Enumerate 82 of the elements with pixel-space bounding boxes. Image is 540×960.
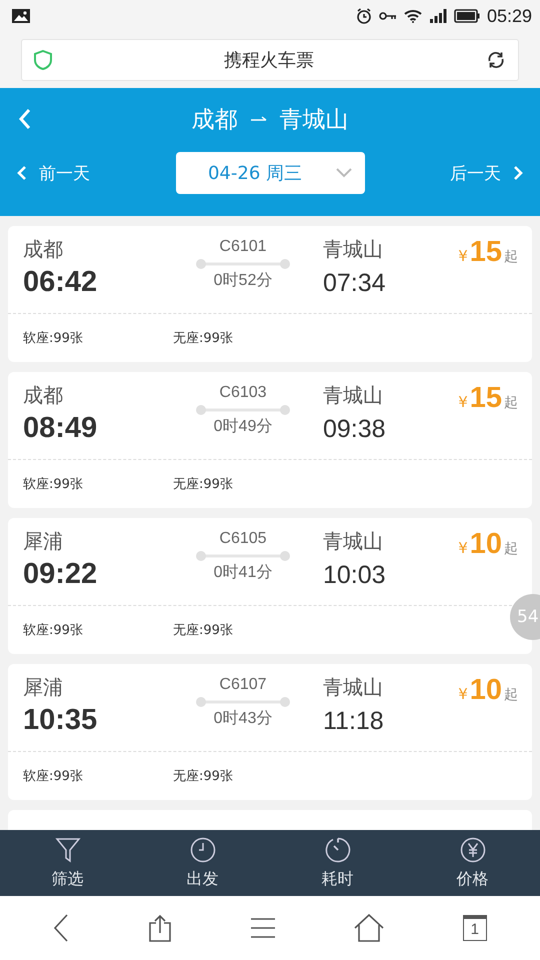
yen-icon xyxy=(460,836,486,862)
price-suffix: 起 xyxy=(504,248,518,266)
travel-duration: 0时41分 xyxy=(214,562,272,583)
sort-button[interactable]: 价格 xyxy=(405,830,540,896)
arrival-station: 青城山 xyxy=(323,674,384,701)
tabs-button[interactable]: 1 xyxy=(462,915,487,941)
seat-availability: 软座:99张 xyxy=(23,330,84,347)
key-icon xyxy=(378,10,397,22)
arrival-station: 青城山 xyxy=(323,528,384,555)
sort-button[interactable]: 筛选 xyxy=(0,830,135,896)
chevron-right-icon xyxy=(513,165,523,181)
seat-availability: 无座:99张 xyxy=(173,330,234,347)
home-icon[interactable] xyxy=(354,914,384,942)
seat-availability: 无座:99张 xyxy=(173,476,234,493)
clock-time: 05:29 xyxy=(486,6,532,26)
route-to: 青城山 xyxy=(280,106,348,134)
sort-button[interactable]: 出发 xyxy=(135,830,270,896)
seat-availability: 软座:99张 xyxy=(23,622,84,639)
train-card[interactable]: 成都 08:49 C6103 0时49分 青城山 09:38 ¥15 起 软座:99张 无座:99张 xyxy=(8,372,532,508)
chevron-left-icon xyxy=(17,165,27,181)
price-suffix: 起 xyxy=(504,540,518,558)
price-suffix: 起 xyxy=(504,394,518,412)
arrival-time: 07:34 xyxy=(323,268,387,299)
alarm-icon xyxy=(356,8,372,24)
page-title: 携程火车票 xyxy=(223,49,315,72)
travel-duration: 0时49分 xyxy=(214,416,272,437)
refresh-icon[interactable] xyxy=(486,50,506,70)
arrival-time: 11:18 xyxy=(323,706,385,737)
departure-station: 犀浦 xyxy=(23,674,64,701)
train-number: C6103 xyxy=(219,383,267,403)
departure-time: 10:35 xyxy=(23,703,98,738)
battery-icon xyxy=(454,9,480,23)
menu-icon[interactable] xyxy=(250,917,276,939)
date-picker[interactable]: 04-26 周三 xyxy=(176,152,364,194)
filter-icon xyxy=(54,836,80,862)
train-card[interactable]: 成都 06:42 C6101 0时52分 青城山 07:34 ¥15 起 软座:99张 无座:99张 xyxy=(8,226,532,362)
currency-sign: ¥ xyxy=(458,247,468,265)
train-number: C6107 xyxy=(219,675,267,695)
seat-availability: 软座:99张 xyxy=(23,476,84,493)
sort-button[interactable]: 耗时 xyxy=(270,830,405,896)
arrow-icon xyxy=(250,115,268,123)
currency-sign: ¥ xyxy=(458,539,468,557)
arrival-station: 青城山 xyxy=(323,382,384,409)
departure-time: 08:49 xyxy=(23,411,98,446)
train-number: C6105 xyxy=(219,529,267,549)
route-line-icon xyxy=(195,258,291,270)
ticket-price: 10 xyxy=(470,674,502,707)
train-card[interactable]: 犀浦 10:35 C6107 0时43分 青城山 11:18 ¥10 起 软座:99张 无座:99张 xyxy=(8,664,532,800)
seat-availability: 软座:99张 xyxy=(23,768,84,785)
ticket-price: 15 xyxy=(470,382,502,415)
wifi-icon xyxy=(404,9,422,23)
arrival-time: 10:03 xyxy=(323,560,387,591)
currency-sign: ¥ xyxy=(458,685,468,703)
arrival-time: 09:38 xyxy=(323,414,387,445)
currency-sign: ¥ xyxy=(458,393,468,411)
clock-icon xyxy=(190,836,216,862)
price-suffix: 起 xyxy=(504,686,518,704)
image-icon xyxy=(12,9,30,23)
arrival-station: 青城山 xyxy=(323,236,384,263)
departure-station: 犀浦 xyxy=(23,528,64,555)
chevron-down-icon xyxy=(336,168,352,178)
departure-station: 成都 xyxy=(23,236,64,263)
signal-icon xyxy=(428,9,447,23)
seat-availability: 无座:99张 xyxy=(173,768,234,785)
departure-station: 成都 xyxy=(23,382,64,409)
seat-availability: 无座:99张 xyxy=(173,622,234,639)
stopwatch-icon xyxy=(324,836,350,862)
departure-time: 09:22 xyxy=(23,557,98,592)
ticket-price: 10 xyxy=(470,528,502,561)
route-line-icon xyxy=(195,550,291,562)
share-icon[interactable] xyxy=(148,914,172,942)
route-line-icon xyxy=(195,696,291,708)
travel-duration: 0时43分 xyxy=(214,708,272,729)
train-number: C6101 xyxy=(219,237,267,257)
departure-time: 06:42 xyxy=(23,265,98,300)
route-from: 成都 xyxy=(192,106,238,134)
shield-icon xyxy=(34,50,52,70)
route-line-icon xyxy=(195,404,291,416)
back-icon[interactable] xyxy=(53,914,70,942)
address-bar[interactable]: 携程火车票 xyxy=(21,39,519,81)
travel-duration: 0时52分 xyxy=(214,270,272,291)
ticket-price: 15 xyxy=(470,236,502,269)
